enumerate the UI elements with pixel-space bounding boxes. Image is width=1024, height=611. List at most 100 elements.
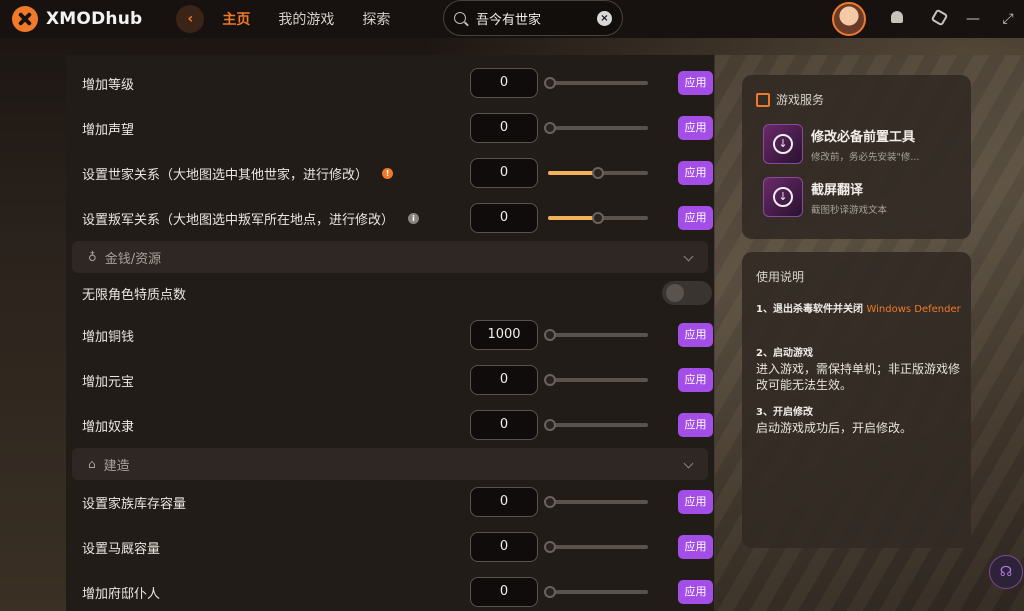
guide-title: 使用说明: [756, 270, 805, 284]
nav-my-games[interactable]: 我的游戏: [278, 9, 334, 29]
row-add-fame: 增加声望 0 应用: [82, 111, 713, 145]
row-label: 设置家族库存容量: [82, 496, 187, 512]
avatar[interactable]: [832, 2, 866, 36]
settings-icon[interactable]: [930, 8, 948, 27]
main-nav: 主页 我的游戏 探索: [222, 9, 418, 29]
value-slider[interactable]: [544, 122, 648, 134]
service-item-screen-translate[interactable]: ↓ 截屏翻译 截图秒译游戏文本: [763, 177, 963, 217]
value-slider[interactable]: [544, 329, 648, 341]
chevron-down-icon: [683, 458, 694, 469]
apply-button[interactable]: 应用: [678, 323, 713, 347]
row-add-servant: 增加府邸仆人 0 应用: [82, 575, 713, 609]
value-input[interactable]: 0: [470, 365, 538, 395]
search-input[interactable]: [476, 10, 586, 26]
row-storage-capacity: 设置家族库存容量 0 应用: [82, 485, 713, 519]
service-thumbnail: ↓: [763, 177, 803, 217]
arrow-left-icon: ‹: [187, 11, 194, 27]
row-label: 增加铜钱: [82, 329, 135, 345]
usage-guide-card: 使用说明 1、退出杀毒软件并关闭 Windows Defender 2、启动游戏…: [742, 252, 971, 548]
service-desc: 修改前，务必先安装"修...: [811, 151, 920, 163]
row-label: 增加奴隶: [82, 419, 135, 435]
search-box: ×: [443, 0, 623, 36]
box-icon: [756, 92, 770, 107]
row-add-slave: 增加奴隶 0 应用: [82, 408, 713, 442]
value-slider[interactable]: [544, 419, 648, 431]
row-unlimited-trait: 无限角色特质点数: [82, 276, 712, 310]
value-input[interactable]: 0: [470, 158, 538, 188]
maximize-icon[interactable]: ⤢: [1000, 11, 1016, 27]
value-slider[interactable]: [544, 496, 648, 508]
apply-button[interactable]: 应用: [678, 580, 713, 604]
guide-step-2: 2、启动游戏 进入游戏，需保持单机；非正版游戏修改可能无法生效。: [756, 344, 961, 393]
value-input[interactable]: 0: [470, 203, 538, 233]
row-add-copper: 增加铜钱 1000 应用: [82, 318, 713, 352]
guide-step-3: 3、开启修改 启动游戏成功后，开启修改。: [756, 403, 961, 436]
section-label: 金钱/资源: [104, 251, 162, 267]
service-item-prereq-tool[interactable]: ↓ 修改必备前置工具 修改前，务必先安装"修...: [763, 124, 963, 164]
info-icon[interactable]: i: [408, 212, 420, 224]
service-thumbnail: ↓: [763, 124, 803, 164]
value-slider[interactable]: [544, 374, 648, 386]
step-title: 1、退出杀毒软件并关闭: [756, 304, 863, 315]
back-button[interactable]: ‹: [176, 5, 205, 33]
value-input[interactable]: 0: [470, 410, 538, 440]
apply-button[interactable]: 应用: [678, 413, 713, 437]
building-icon: ⌂: [88, 457, 96, 471]
bell-icon[interactable]: [889, 11, 905, 27]
value-input[interactable]: 0: [470, 532, 538, 562]
apply-button[interactable]: 应用: [678, 368, 713, 392]
service-name: 修改必备前置工具: [811, 129, 916, 145]
row-label: 无限角色特质点数: [82, 287, 187, 303]
apply-button[interactable]: 应用: [678, 116, 713, 140]
value-slider[interactable]: [544, 586, 648, 598]
section-build[interactable]: ⌂ 建造: [72, 448, 708, 480]
chevron-down-icon: [683, 251, 694, 262]
value-slider[interactable]: [548, 167, 648, 179]
download-icon: ↓: [773, 134, 793, 154]
service-desc: 截图秒译游戏文本: [811, 204, 888, 216]
step-title: 3、开启修改: [756, 407, 813, 418]
section-money[interactable]: ♁ 金钱/资源: [72, 241, 708, 273]
apply-button[interactable]: 应用: [678, 490, 713, 514]
value-input[interactable]: 1000: [470, 320, 538, 350]
row-label: 增加元宝: [82, 374, 135, 390]
row-label: 增加等级: [82, 77, 135, 93]
cheat-list-panel: 增加等级 0 应用 增加声望 0 应用 设置世家关系（大地图选中其他世家，进行修…: [66, 55, 714, 611]
row-label: 设置马厩容量: [82, 541, 161, 557]
section-label: 建造: [103, 458, 130, 474]
value-slider[interactable]: [544, 77, 648, 89]
row-family-relation: 设置世家关系（大地图选中其他世家，进行修改） ! 0 应用: [82, 156, 713, 190]
value-slider[interactable]: [544, 541, 648, 553]
step-title: 2、启动游戏: [756, 348, 813, 359]
app-logo[interactable]: XMODhub: [12, 6, 142, 32]
value-input[interactable]: 0: [470, 487, 538, 517]
download-icon: ↓: [773, 187, 793, 207]
row-rebel-relation: 设置叛军关系（大地图选中叛军所在地点，进行修改） i 0 应用: [82, 201, 713, 235]
row-add-level: 增加等级 0 应用: [82, 66, 713, 100]
close-icon[interactable]: ×: [597, 10, 612, 26]
value-input[interactable]: 0: [470, 68, 538, 98]
value-input[interactable]: 0: [470, 113, 538, 143]
value-input[interactable]: 0: [470, 577, 538, 607]
info-icon[interactable]: !: [382, 167, 394, 179]
apply-button[interactable]: 应用: [678, 161, 713, 185]
step-body: 进入游戏，需保持单机；非正版游戏修改可能无法生效。: [756, 362, 961, 392]
row-label: 增加声望: [82, 122, 135, 138]
row-label: 设置世家关系（大地图选中其他世家，进行修改）: [82, 167, 369, 183]
guide-step-1: 1、退出杀毒软件并关闭 Windows Defender: [756, 300, 961, 315]
money-bag-icon: ♁: [88, 250, 97, 264]
xmod-logo-icon: [12, 6, 38, 32]
service-title: 游戏服务: [756, 91, 824, 108]
apply-button[interactable]: 应用: [678, 535, 713, 559]
row-label: 设置叛军关系（大地图选中叛军所在地点，进行修改）: [82, 212, 395, 228]
toggle-switch[interactable]: [662, 281, 712, 305]
apply-button[interactable]: 应用: [678, 71, 713, 95]
app-title: XMODhub: [46, 9, 143, 29]
apply-button[interactable]: 应用: [678, 206, 713, 230]
row-add-yuanbao: 增加元宝 0 应用: [82, 363, 713, 397]
minimize-icon[interactable]: —: [965, 11, 981, 27]
nav-explore[interactable]: 探索: [362, 9, 390, 29]
value-slider[interactable]: [548, 212, 648, 224]
nav-home[interactable]: 主页: [222, 9, 250, 29]
headset-icon[interactable]: ☊: [989, 555, 1023, 589]
